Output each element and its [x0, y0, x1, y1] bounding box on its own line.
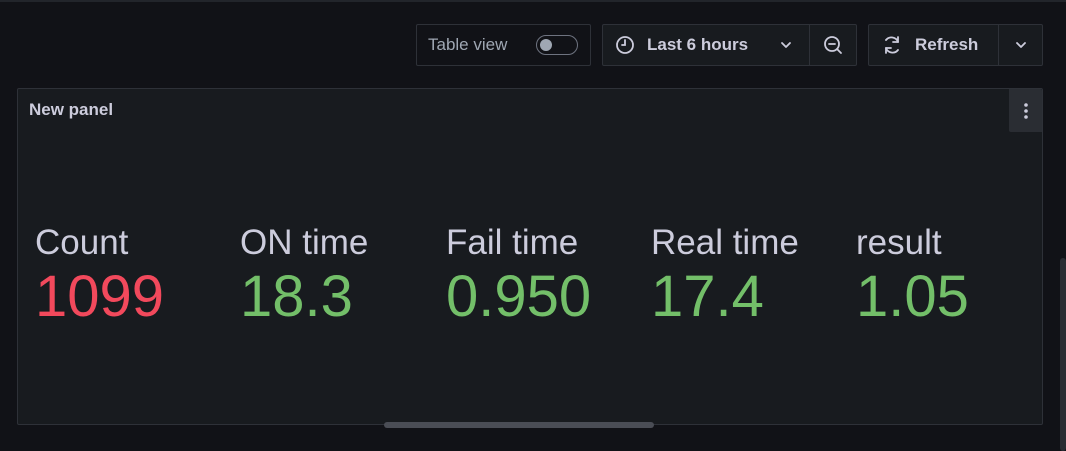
zoom-out-button[interactable] [809, 24, 857, 66]
refresh-icon [881, 34, 903, 56]
stat-count: Count 1099 [35, 223, 164, 329]
switch-knob [540, 39, 552, 51]
vertical-scrollbar[interactable] [1060, 258, 1066, 451]
stat-real-time: Real time 17.4 [651, 223, 799, 329]
dashboard-toolbar: Table view Last 6 hours Refresh [0, 24, 1066, 68]
refresh-button[interactable]: Refresh [868, 24, 999, 66]
stat-value: 1.05 [856, 264, 969, 329]
zoom-out-icon [822, 34, 844, 56]
stat-value: 17.4 [651, 264, 764, 329]
clock-icon [615, 35, 635, 55]
top-divider [0, 0, 1066, 2]
panel-title[interactable]: New panel [29, 100, 113, 120]
table-view-toggle-button[interactable]: Table view [416, 24, 591, 66]
stat-value: 1099 [35, 264, 165, 329]
stat-name: ON time [240, 223, 369, 262]
time-range-label: Last 6 hours [647, 35, 749, 54]
chevron-down-icon [779, 37, 793, 57]
panel-menu-button[interactable] [1009, 89, 1042, 132]
time-range-picker[interactable]: Last 6 hours [602, 24, 810, 66]
refresh-label: Refresh [915, 35, 979, 54]
stat-name: Count [35, 223, 129, 262]
stat-panel: New panel Count 1099 ON time 18.3 Fail t… [17, 88, 1043, 425]
stat-on-time: ON time 18.3 [240, 223, 368, 329]
stat-name: Real time [651, 223, 799, 262]
refresh-interval-dropdown[interactable] [998, 24, 1043, 66]
table-view-label: Table view [428, 35, 508, 54]
chevron-down-icon [1014, 38, 1028, 52]
horizontal-scrollbar[interactable] [384, 422, 654, 428]
stat-fail-time: Fail time 0.950 [446, 223, 591, 329]
stat-value: 0.950 [446, 264, 592, 329]
table-view-switch[interactable] [536, 35, 578, 55]
stat-name: result [856, 223, 942, 262]
kebab-menu-icon [1023, 102, 1029, 120]
stat-value: 18.3 [240, 264, 353, 329]
stat-name: Fail time [446, 223, 579, 262]
stat-result: result 1.05 [856, 223, 969, 329]
